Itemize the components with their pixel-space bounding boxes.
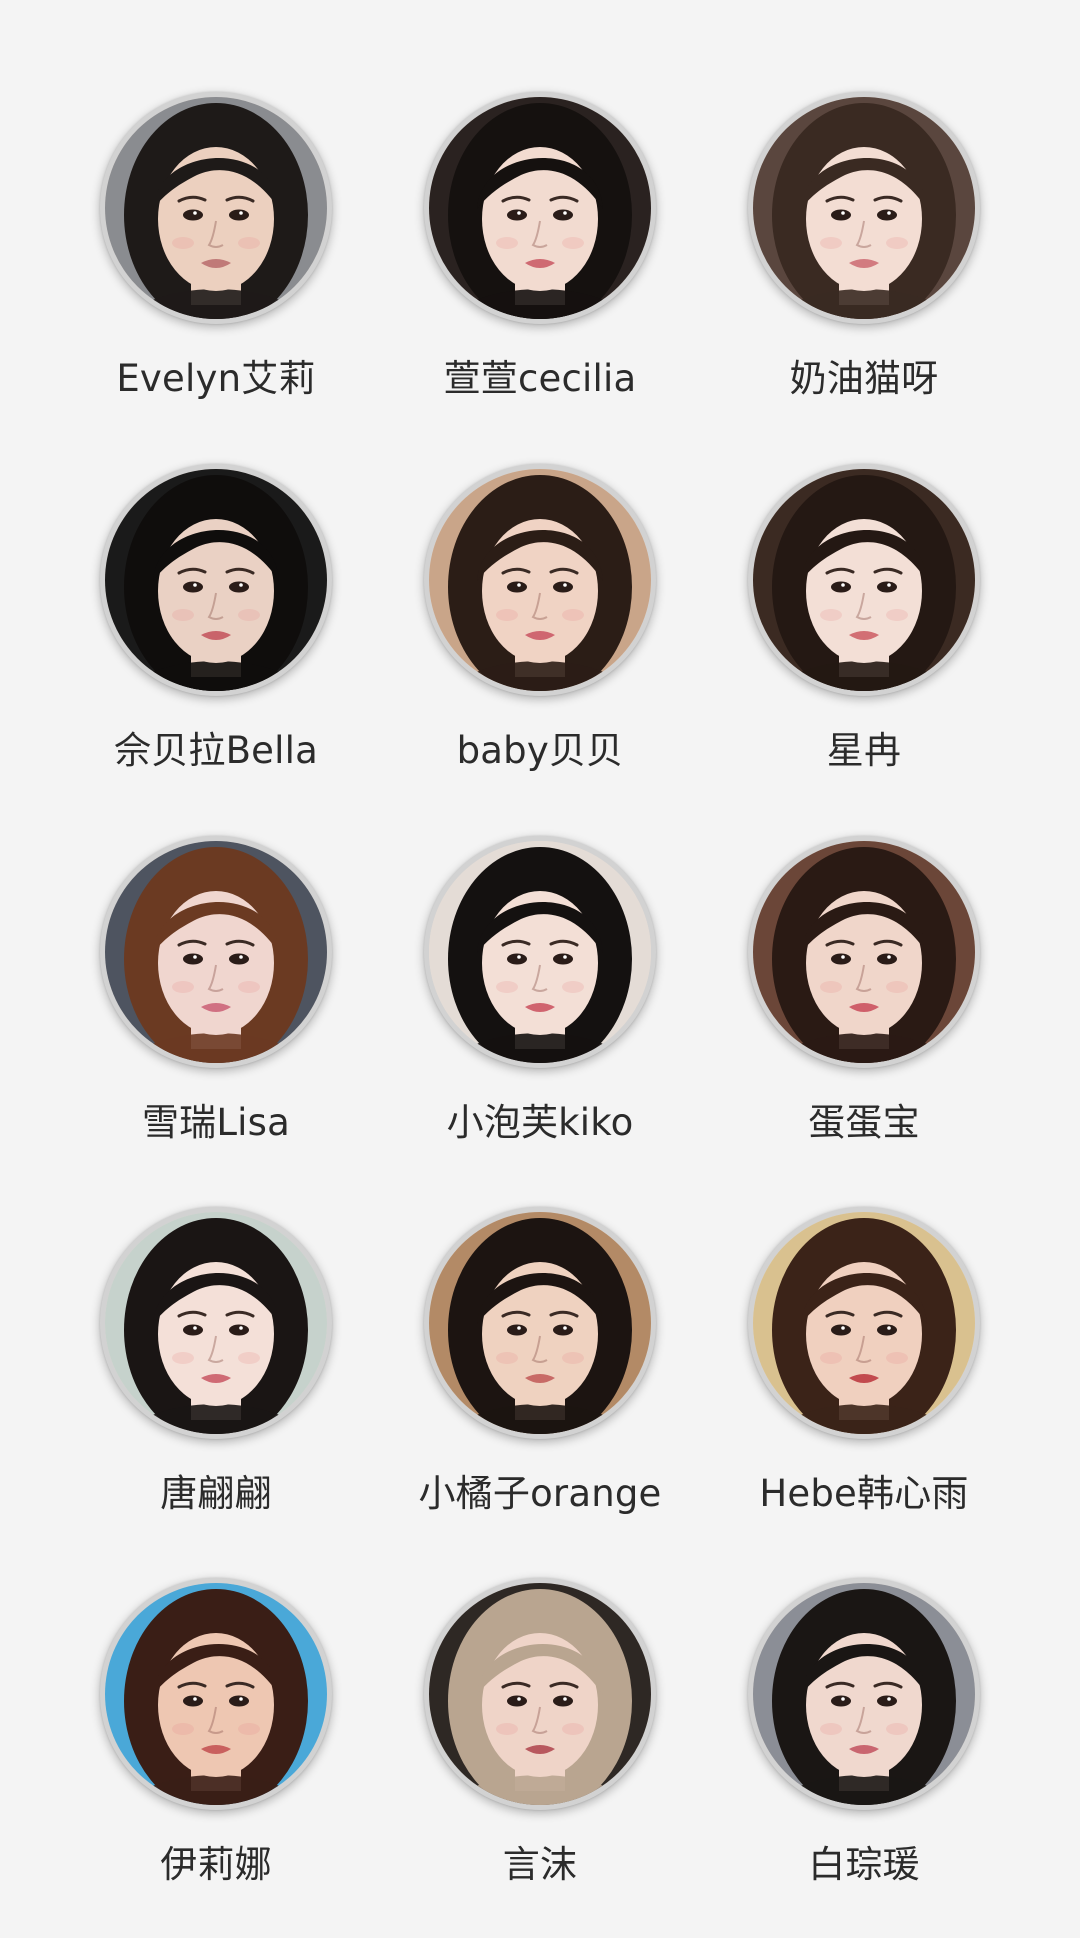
avatar	[753, 469, 975, 691]
avatar-frame	[424, 1578, 656, 1810]
avatar-frame	[100, 92, 332, 324]
avatar-frame	[748, 836, 980, 1068]
profile-card-yanmo[interactable]: 言沫	[378, 1578, 702, 1918]
avatar	[753, 841, 975, 1063]
profile-card-xingran[interactable]: 星冉	[702, 464, 1026, 804]
portrait-image	[429, 841, 651, 1063]
profile-name: Evelyn艾莉	[116, 357, 316, 400]
profile-name: 小橘子orange	[418, 1472, 662, 1515]
profile-name: baby贝贝	[456, 729, 624, 772]
profile-card-bella[interactable]: 佘贝拉Bella	[54, 464, 378, 804]
portrait-image	[753, 841, 975, 1063]
avatar	[429, 1212, 651, 1434]
profile-name: 星冉	[826, 729, 902, 772]
profile-card-kiko[interactable]: 小泡芙kiko	[378, 836, 702, 1176]
avatar	[429, 1583, 651, 1805]
profile-name: 佘贝拉Bella	[114, 729, 318, 772]
portrait-image	[105, 97, 327, 319]
avatar	[105, 1583, 327, 1805]
profile-name: 蛋蛋宝	[808, 1101, 920, 1144]
avatar	[753, 1212, 975, 1434]
avatar	[105, 1212, 327, 1434]
avatar	[105, 97, 327, 319]
portrait-image	[429, 469, 651, 691]
avatar-frame	[100, 464, 332, 696]
profile-grid: Evelyn艾莉 萱萱cecilia 奶油猫呀 佘贝拉Bella baby贝贝 …	[0, 0, 1080, 1938]
profile-name: 伊莉娜	[160, 1843, 272, 1886]
avatar-frame	[748, 464, 980, 696]
profile-card-evelyn[interactable]: Evelyn艾莉	[54, 92, 378, 432]
avatar-frame	[748, 1207, 980, 1439]
avatar-frame	[748, 92, 980, 324]
profile-name: Hebe韩心雨	[759, 1472, 969, 1515]
portrait-image	[429, 1583, 651, 1805]
profile-name: 雪瑞Lisa	[141, 1101, 291, 1144]
avatar-frame	[424, 92, 656, 324]
portrait-image	[753, 1212, 975, 1434]
portrait-image	[429, 1212, 651, 1434]
avatar-frame	[100, 836, 332, 1068]
profile-card-babybeibei[interactable]: baby贝贝	[378, 464, 702, 804]
profile-name: 奶油猫呀	[789, 357, 939, 400]
avatar-frame	[748, 1578, 980, 1810]
portrait-image	[753, 469, 975, 691]
portrait-image	[753, 1583, 975, 1805]
avatar	[753, 1583, 975, 1805]
profile-card-lisa[interactable]: 雪瑞Lisa	[54, 836, 378, 1176]
avatar-frame	[424, 836, 656, 1068]
avatar	[429, 469, 651, 691]
avatar	[105, 841, 327, 1063]
avatar-frame	[424, 464, 656, 696]
profile-card-cecilia[interactable]: 萱萱cecilia	[378, 92, 702, 432]
profile-name: 白琮瑗	[808, 1843, 920, 1886]
avatar	[105, 469, 327, 691]
avatar	[753, 97, 975, 319]
avatar	[429, 97, 651, 319]
portrait-image	[105, 1212, 327, 1434]
profile-name: 言沫	[502, 1843, 578, 1886]
portrait-image	[105, 1583, 327, 1805]
profile-card-hebe[interactable]: Hebe韩心雨	[702, 1207, 1026, 1547]
avatar-frame	[100, 1578, 332, 1810]
profile-card-dandanbao[interactable]: 蛋蛋宝	[702, 836, 1026, 1176]
portrait-image	[429, 97, 651, 319]
profile-card-tangpianpian[interactable]: 唐翩翩	[54, 1207, 378, 1547]
profile-name: 唐翩翩	[160, 1472, 272, 1515]
profile-card-yilina[interactable]: 伊莉娜	[54, 1578, 378, 1918]
avatar-frame	[424, 1207, 656, 1439]
profile-card-baicongyuan[interactable]: 白琮瑗	[702, 1578, 1026, 1918]
profile-card-naiyoumao[interactable]: 奶油猫呀	[702, 92, 1026, 432]
portrait-image	[105, 469, 327, 691]
avatar-frame	[100, 1207, 332, 1439]
portrait-image	[105, 841, 327, 1063]
avatar	[429, 841, 651, 1063]
profile-name: 小泡芙kiko	[446, 1101, 634, 1144]
profile-name: 萱萱cecilia	[443, 357, 637, 400]
portrait-image	[753, 97, 975, 319]
profile-card-orange[interactable]: 小橘子orange	[378, 1207, 702, 1547]
